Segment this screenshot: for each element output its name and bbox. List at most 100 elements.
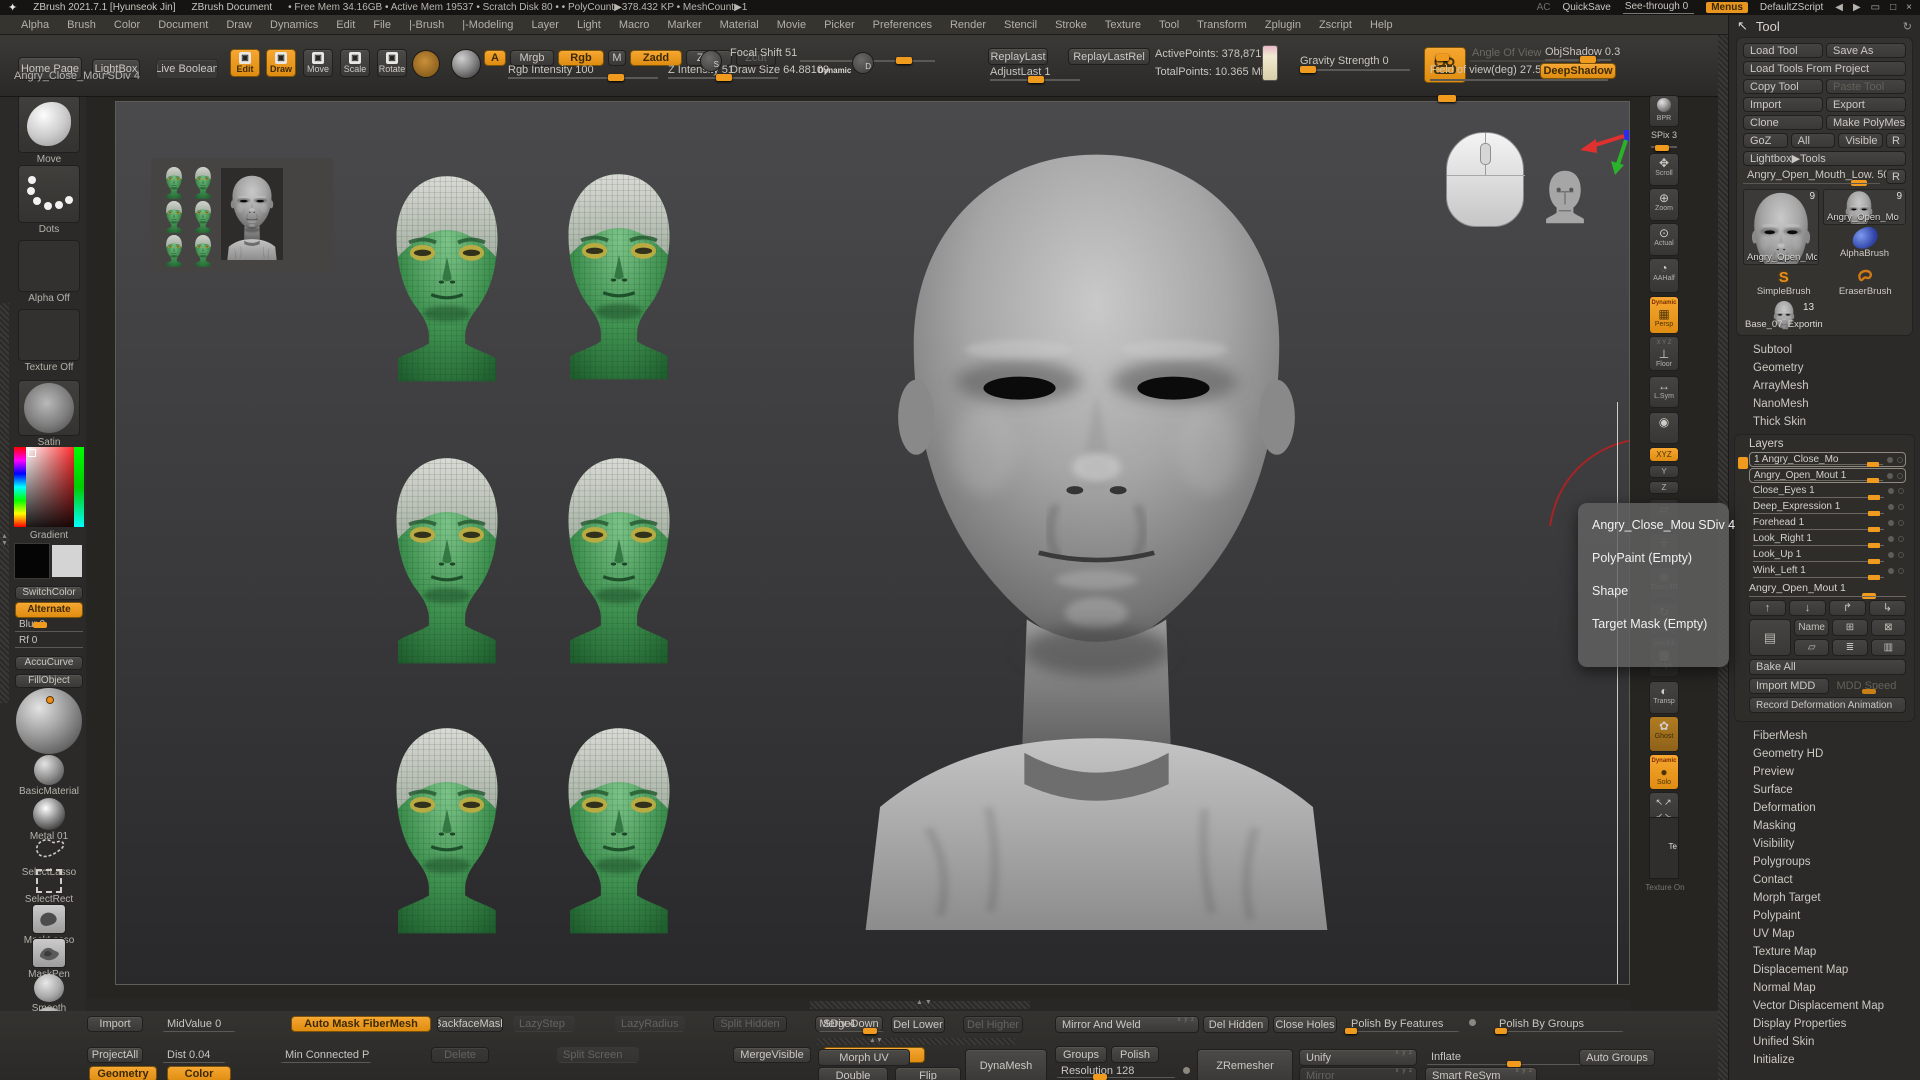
subpalette-header[interactable]: Initialize (1729, 1052, 1920, 1070)
gravity-direction-icon[interactable] (1262, 45, 1278, 81)
shelf-grip-arrows[interactable]: ▲▼ (869, 1037, 883, 1044)
lsym-button[interactable]: ↔L.Sym (1649, 376, 1679, 408)
popup-item[interactable]: Angry_Close_Mou SDiv 4 (1578, 509, 1729, 542)
menu-item[interactable]: Help (1361, 17, 1402, 33)
layers-header[interactable]: Layers (1749, 438, 1906, 450)
bottom-shelf-button[interactable]: LazyRadius (615, 1016, 685, 1032)
transform-mode-button[interactable]: ▣Draw (266, 49, 296, 77)
menu-item[interactable]: Document (149, 17, 217, 33)
tool-button[interactable]: Visible (1838, 133, 1883, 148)
popup-item[interactable]: Target Mask (Empty) (1578, 608, 1729, 641)
layer-eye-icon[interactable] (1898, 520, 1904, 526)
layer-invert-button[interactable]: ▱ (1794, 639, 1829, 656)
tool-button[interactable]: Copy Tool (1743, 79, 1823, 94)
subpalette-header[interactable]: Thick Skin (1729, 414, 1920, 432)
subpalette-header[interactable]: Preview (1729, 764, 1920, 782)
deep-shadow-button[interactable]: DeepShadow (1540, 63, 1616, 79)
left-tray-scrollbar[interactable] (0, 303, 9, 703)
layer-record-icon[interactable] (1888, 568, 1894, 574)
rgb-intensity-slider[interactable]: Rgb Intensity 100 (508, 64, 594, 76)
color-picker[interactable] (13, 447, 85, 529)
subpalette-header[interactable]: Polygroups (1729, 854, 1920, 872)
mirror-button[interactable]: Mirror (1299, 1067, 1417, 1080)
layer-color-swatch[interactable] (1738, 457, 1748, 469)
palette-reset-icon[interactable]: ↻ (1903, 20, 1912, 33)
flip-button[interactable]: Flip (895, 1067, 961, 1080)
layer-row[interactable]: Angry_Open_Mout 1 (1749, 468, 1906, 483)
bottom-shelf-button[interactable]: Split Screen (557, 1047, 639, 1063)
solo-button[interactable]: Dynamic●Solo (1649, 754, 1679, 790)
simple-brush-slot[interactable]: SSimpleBrush (1743, 269, 1825, 297)
menu-item[interactable]: |-Modeling (453, 17, 522, 33)
bottom-shelf-button[interactable]: Dist 0.04 (161, 1047, 227, 1063)
layer-eye-icon[interactable] (1898, 504, 1904, 510)
subpalette-header[interactable]: Texture Map (1729, 944, 1920, 962)
layer-row[interactable]: 1 Angry_Close_Mo (1749, 452, 1906, 467)
persp-button[interactable]: Dynamic▦Persp (1649, 296, 1679, 334)
bottom-shelf-button[interactable]: Geometry (89, 1066, 157, 1080)
scroll-button[interactable]: ✥Scroll (1649, 153, 1679, 186)
quicksave-button[interactable]: QuickSave (1562, 2, 1610, 13)
bottom-shelf-button[interactable]: BackfaceMask (437, 1016, 503, 1032)
color-swatches[interactable] (13, 543, 85, 579)
layer-eye-icon[interactable] (1897, 473, 1903, 479)
layer-down-button[interactable]: ↓ (1789, 600, 1826, 616)
tool-button[interactable]: GoZ (1743, 133, 1788, 148)
floor-button[interactable]: X Y Z⊥Floor (1649, 336, 1679, 371)
menu-item[interactable]: Preferences (864, 17, 941, 33)
ghost-button[interactable]: ✿Ghost (1649, 716, 1679, 752)
see-through-slider[interactable]: See-through 0 (1623, 1, 1694, 14)
subpalette-header[interactable]: Surface (1729, 782, 1920, 800)
subpalette-header[interactable]: Geometry (1729, 360, 1920, 378)
menu-item[interactable]: Transform (1188, 17, 1256, 33)
menu-item[interactable]: Zplugin (1256, 17, 1310, 33)
z-axis-button[interactable]: Z (1649, 481, 1679, 494)
layer-record-icon[interactable] (1888, 552, 1894, 558)
bottom-shelf-button[interactable]: MergeVisible (733, 1047, 811, 1063)
menu-item[interactable]: Alpha (12, 17, 58, 33)
transform-mode-button[interactable]: ▣Scale (340, 49, 370, 77)
layer-record-icon[interactable] (1887, 473, 1893, 479)
menu-item[interactable]: Draw (217, 17, 261, 33)
menu-item[interactable]: Zscript (1310, 17, 1361, 33)
paint-mode-button[interactable]: A (484, 50, 506, 66)
subpalette-header[interactable]: Visibility (1729, 836, 1920, 854)
stroke-slot-dots[interactable]: Dots (13, 165, 85, 235)
dock-back-icon[interactable]: ↖ (1737, 18, 1748, 34)
base-tool-slot[interactable]: 13 Base_07_Exportin (1743, 300, 1906, 330)
layer-row[interactable]: Forehead 1 (1749, 516, 1906, 531)
layer-record-icon[interactable] (1888, 536, 1894, 542)
menu-item[interactable]: Light (568, 17, 610, 33)
switch-color-button[interactable]: SwitchColor (13, 582, 85, 600)
tool-button[interactable]: Load Tools From Project (1743, 61, 1906, 76)
current-material-sphere[interactable] (13, 688, 85, 754)
subpalette-header[interactable]: ArrayMesh (1729, 378, 1920, 396)
unify-button[interactable]: Unify (1299, 1049, 1417, 1066)
alpha-brush-slot[interactable]: AlphaBrush (1823, 228, 1906, 259)
ac-toggle[interactable]: AC (1537, 2, 1551, 13)
import-mdd-button[interactable]: Import MDD (1749, 678, 1829, 694)
bpr-button[interactable]: BPR (1649, 95, 1679, 127)
tool-button[interactable]: Clone (1743, 115, 1823, 130)
zoom-button[interactable]: ⊕Zoom (1649, 188, 1679, 221)
y-axis-button[interactable]: Y (1649, 465, 1679, 478)
alpha-slot[interactable]: Alpha Off (13, 240, 85, 304)
layer-row[interactable]: Deep_Expression 1 (1749, 500, 1906, 515)
stroke-icon[interactable]: S (700, 50, 722, 72)
menu-item[interactable]: Texture (1096, 17, 1150, 33)
bottom-shelf-button[interactable]: Split Hidden (713, 1016, 787, 1032)
tool-button[interactable]: Save As (1826, 43, 1906, 58)
menu-item[interactable]: File (364, 17, 400, 33)
replay-last-button[interactable]: ReplayLast (988, 48, 1048, 65)
menu-item[interactable]: Color (105, 17, 149, 33)
minimize-icon[interactable]: ▭ (1871, 2, 1880, 13)
subpalette-header[interactable]: FiberMesh (1729, 728, 1920, 746)
layer-all-button[interactable]: ▥ (1871, 639, 1906, 656)
layer-eye-icon[interactable] (1898, 552, 1904, 558)
menu-item[interactable]: Edit (327, 17, 364, 33)
tool-button[interactable]: Export (1826, 97, 1906, 112)
transform-mode-button[interactable]: ▣Edit (230, 49, 260, 77)
current-layer-slider[interactable]: Angry_Open_Mout 1 (1749, 582, 1906, 597)
menu-item[interactable]: Marker (658, 17, 710, 33)
layer-eye-icon[interactable] (1897, 457, 1903, 463)
